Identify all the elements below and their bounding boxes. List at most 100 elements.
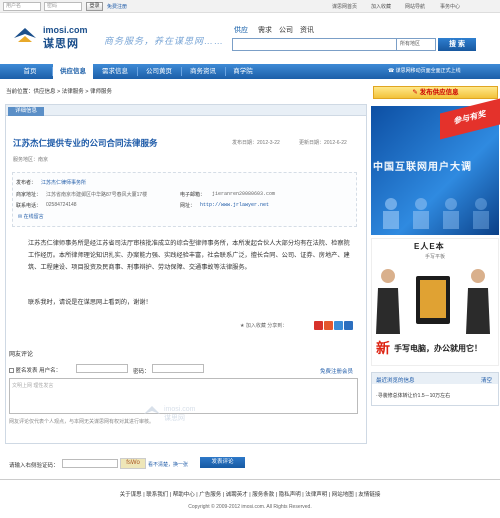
vcode-label: 请输入右侧验证码：	[9, 463, 59, 469]
ad-user-silhouettes-icon	[383, 198, 489, 229]
nav-supply[interactable]: 供应信息	[53, 64, 93, 79]
share-qzone-icon[interactable]	[324, 321, 333, 330]
recent-viewed-title: 最近浏览的信息	[376, 378, 415, 384]
favorite-link[interactable]: ★ 加入收藏 分享到：	[240, 322, 287, 329]
register-member-link[interactable]: 免费注册会员	[320, 367, 353, 375]
publish-supply-button[interactable]: ✎ 发布供应信息	[373, 86, 498, 99]
pencil-icon: ✎	[412, 89, 420, 96]
share-tencent-icon[interactable]	[334, 321, 343, 330]
search-button[interactable]: 搜 索	[438, 38, 476, 51]
address-label: 商家地址：	[16, 192, 42, 198]
footer-link-friends[interactable]: 友情链接	[358, 492, 380, 498]
tablet-ad-brand[interactable]: E人E本	[414, 241, 445, 252]
svg-text:谋思网: 谋思网	[164, 413, 185, 422]
nav-company[interactable]: 公司黄页	[138, 64, 180, 79]
email-label: 电子邮箱：	[180, 192, 206, 198]
publish-date: 发布日期：2012-3-22	[232, 140, 280, 146]
notice-text[interactable]: 谋思网移动页面全面正式上线	[396, 68, 461, 74]
website-label: 网址：	[180, 203, 196, 209]
footer-link-terms[interactable]: 服务条款	[252, 492, 274, 498]
website-link[interactable]: http://www.jrlawyer.net	[200, 202, 269, 208]
publish-label[interactable]: 发布供应信息	[420, 89, 459, 96]
comment-username-input[interactable]	[76, 364, 128, 373]
footer-links: 关于谋思 | 联系我们 | 帮助中心 | 广告服务 | 诚聘英才 | 服务条款 …	[119, 492, 381, 498]
cmt-username-label: 用户名：	[39, 368, 62, 374]
comment-login-row: 匿名发表 用户名：	[9, 366, 61, 374]
survey-ad-text[interactable]: 中国互联网用户大调	[373, 158, 472, 173]
search-tab-demand[interactable]: 需求	[258, 25, 272, 35]
share-weibo-icon[interactable]	[314, 321, 323, 330]
footer-link-help[interactable]: 帮助中心	[173, 492, 195, 498]
recent-clear-link[interactable]: 清空	[481, 376, 492, 384]
svg-text:imosi.com: imosi.com	[164, 406, 196, 413]
publisher-label: 发布者：	[16, 180, 37, 186]
search-tab-supply[interactable]: 供应	[234, 25, 248, 35]
register-link[interactable]: 免费注册	[107, 3, 127, 10]
vcode-refresh-link[interactable]: 看不清楚，换一张	[148, 461, 188, 468]
phone-value: 02584724148	[46, 202, 77, 208]
tablet-ad-people-icon	[376, 269, 490, 334]
favorite-label[interactable]: 加入收藏	[246, 323, 266, 329]
share-renren-icon[interactable]	[344, 321, 353, 330]
comment-placeholder: 文明上网 理性发言	[12, 383, 54, 389]
site-nav-link[interactable]: 网站导航	[405, 3, 425, 10]
home-link[interactable]: 谋思网首页	[332, 3, 357, 10]
notice-icon: ☎	[388, 68, 396, 74]
password-input[interactable]: 密码	[44, 2, 82, 11]
logo-name[interactable]: 谋思网	[43, 35, 79, 51]
top-bar: 用户名 密码 登录 免费注册 谋思网首页 加入收藏 网站导航 事务中心	[0, 0, 500, 13]
footer-link-jobs[interactable]: 诚聘英才	[226, 492, 248, 498]
footer-link-legal[interactable]: 法律声明	[305, 492, 327, 498]
panel-header	[6, 105, 366, 116]
nav-school[interactable]: 商学院	[226, 64, 260, 79]
share-label: 分享到：	[267, 323, 288, 329]
nav-home[interactable]: 首页	[10, 64, 50, 79]
article-body: 江苏杰仁律师事务所是经江苏省司法厅审核批准成立的综合型律师事务所，本所发起合伙人…	[28, 240, 350, 271]
nav-demand[interactable]: 需求信息	[94, 64, 136, 79]
login-button[interactable]: 登录	[86, 2, 103, 11]
favorite-link[interactable]: 加入收藏	[371, 3, 391, 10]
footer-link-privacy[interactable]: 隐私声明	[279, 492, 301, 498]
update-date: 更新日期：2012-6-22	[299, 140, 347, 146]
breadcrumb[interactable]: 当前位置：供应信息 > 法律服务 > 律师服务	[6, 87, 112, 95]
online-message-link[interactable]: ✉ 在线留言	[18, 213, 44, 220]
footer-link-about[interactable]: 关于谋思	[120, 492, 142, 498]
copyright: Copyright © 2009-2012 imosi.com. All Rig…	[188, 504, 312, 510]
tablet-ad-new: 新	[376, 340, 390, 356]
online-message-label[interactable]: 在线留言	[24, 214, 44, 220]
vcode-image[interactable]: fsWo	[120, 458, 146, 469]
cmt-password-label: 密码：	[133, 369, 150, 375]
submit-comment-button[interactable]: 发表评论	[200, 457, 245, 468]
comment-note: 网友评论仅代表个人观点，与本网无关谋思网有权对其进行审核。	[9, 419, 155, 425]
footer-link-ads[interactable]: 广告服务	[199, 492, 221, 498]
recent-item[interactable]: ·寻装修总体转让价1.5－10万左右	[376, 392, 450, 399]
contact-note: 联系我时，请说是在谋思网上看到的，谢谢！	[28, 299, 152, 306]
anonymous-label: 匿名发表	[15, 368, 38, 374]
username-input[interactable]: 用户名	[3, 2, 41, 11]
slogan: 商务服务，养在谋思网……	[104, 36, 225, 46]
tablet-ad-slogan[interactable]: 手写电脑，办公就用它！	[394, 343, 482, 354]
footer-link-sitemap[interactable]: 网站地图	[332, 492, 354, 498]
search-input[interactable]	[232, 38, 397, 51]
email-value: jieranren20080603.com	[212, 191, 276, 197]
service-area: 服务地区：南京	[13, 157, 49, 163]
footer-link-contact[interactable]: 联系我们	[146, 492, 168, 498]
footer-divider	[0, 479, 500, 480]
panel-tab: 详细信息	[8, 107, 44, 116]
service-center-link[interactable]: 事务中心	[440, 3, 460, 10]
anonymous-checkbox[interactable]	[9, 368, 14, 374]
phone-label: 联系电话：	[16, 203, 42, 209]
search-tab-company[interactable]: 公司	[279, 25, 293, 35]
logo-icon[interactable]	[12, 24, 38, 46]
tablet-ad-subtitle: 手写平板	[425, 254, 446, 260]
address-value: 江苏省南京市建邺区中华路87号春风大厦17楼	[46, 192, 148, 198]
nav-news[interactable]: 商务资讯	[182, 64, 224, 79]
nav-notice[interactable]: ☎ 谋思网移动页面全面正式上线	[388, 64, 461, 79]
search-tab-news[interactable]: 资讯	[300, 25, 314, 35]
comment-password-input[interactable]	[152, 364, 204, 373]
vcode-input[interactable]	[62, 459, 118, 468]
logo-domain[interactable]: imosi.com	[43, 25, 88, 35]
region-select[interactable]: 所有地区	[396, 38, 436, 51]
comments-title: 网友评论	[9, 352, 34, 358]
publisher-link[interactable]: 江苏杰仁律师事务所	[41, 179, 86, 186]
